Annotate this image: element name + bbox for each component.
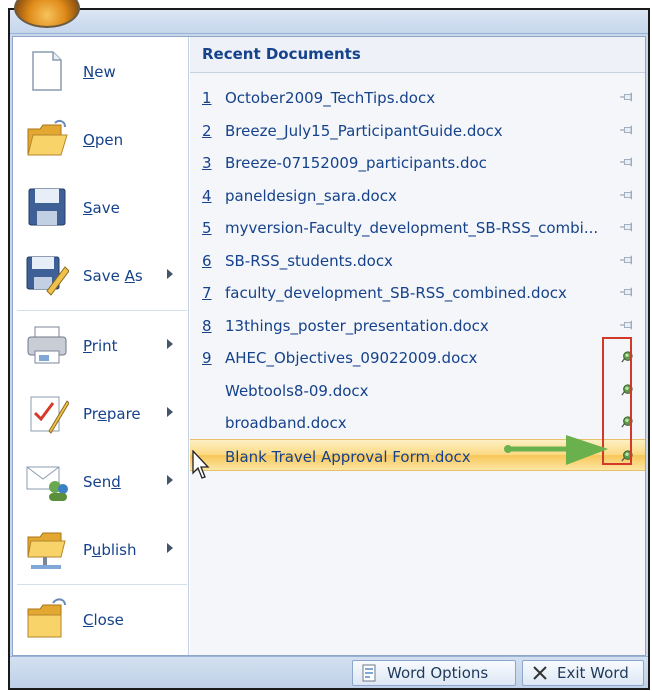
unpinned-icon[interactable] — [618, 221, 636, 233]
recent-document-name: Webtools8-09.docx — [225, 381, 369, 400]
word-options-label: Word Options — [387, 664, 489, 682]
options-icon — [362, 664, 376, 682]
recent-document-name: AHEC_Objectives_09022009.docx — [225, 349, 478, 367]
recent-document-name: 13things_poster_presentation.docx — [225, 316, 489, 335]
menu-item-publish-label: Publish — [83, 541, 137, 559]
menu-item-publish[interactable]: Publish — [13, 517, 189, 581]
recent-document-item[interactable]: 9 AHEC_Objectives_09022009.docx — [190, 341, 645, 373]
open-folder-icon — [27, 119, 68, 156]
unpinned-icon[interactable] — [618, 319, 636, 331]
menu-separator — [17, 310, 187, 311]
word-options-button[interactable]: Word Options — [352, 660, 516, 686]
menu-item-prepare-label: Prepare — [83, 405, 141, 423]
save-disk-icon — [28, 188, 66, 226]
recent-document-number: 5 — [202, 219, 212, 237]
submenu-arrow-icon — [167, 407, 173, 417]
menu-item-save-label: Save — [83, 199, 120, 217]
prepare-icon — [30, 396, 69, 434]
office-button-icon[interactable] — [14, 0, 80, 28]
recent-document-number: 6 — [202, 251, 212, 270]
menu-item-new-label: New — [83, 63, 116, 81]
recent-document-name: October2009_TechTips.docx — [225, 89, 436, 107]
submenu-arrow-icon — [167, 543, 173, 553]
printer-icon — [27, 326, 67, 364]
save-as-icon — [26, 256, 69, 296]
recent-document-number: 1 — [202, 89, 212, 107]
recent-documents-header: Recent Documents — [190, 37, 645, 73]
recent-document-name: Blank Travel Approval Form.docx — [225, 447, 471, 466]
menu-item-send-label: Send — [83, 473, 121, 491]
recent-document-item[interactable]: 3 Breeze-07152009_participants.doc — [190, 146, 645, 178]
command-list: New Open Save Save As Print Prepare Send… — [13, 37, 189, 655]
recent-document-number: 2 — [202, 121, 212, 140]
recent-document-number: 8 — [202, 316, 212, 335]
recent-document-number: 9 — [202, 349, 212, 367]
menu-separator — [17, 584, 187, 585]
menu-item-close-label: Close — [83, 611, 124, 629]
exit-word-label: Exit Word — [557, 664, 629, 682]
unpinned-icon[interactable] — [618, 156, 636, 168]
recent-document-item[interactable]: 4 paneldesign_sara.docx — [190, 179, 645, 211]
exit-word-button[interactable]: Exit Word — [522, 660, 644, 686]
menu-item-save-as-label: Save As — [83, 267, 143, 285]
recent-document-item[interactable]: 8 13things_poster_presentation.docx — [190, 309, 645, 341]
recent-document-item[interactable]: 2 Breeze_July15_ParticipantGuide.docx — [190, 114, 645, 146]
new-document-icon — [32, 51, 62, 91]
screenshot-frame: New Open Save Save As Print Prepare Send… — [0, 0, 652, 691]
menu-item-new[interactable]: New — [13, 39, 189, 103]
recent-document-item[interactable]: 1 October2009_TechTips.docx — [190, 81, 645, 113]
recent-document-name: paneldesign_sara.docx — [225, 186, 397, 205]
recent-document-number: 4 — [202, 186, 212, 205]
unpinned-icon[interactable] — [618, 254, 636, 266]
menu-item-open-label: Open — [83, 131, 124, 149]
recent-document-name: broadband.docx — [225, 414, 347, 432]
recent-document-item[interactable]: 5 myversion-Faculty_development_SB-RSS_co… — [190, 211, 645, 243]
menu-footer: Word Options Exit Word — [10, 656, 648, 688]
office-menu: New Open Save Save As Print Prepare Send… — [12, 36, 646, 656]
recent-document-number: 7 — [202, 284, 212, 302]
recent-documents-panel: Recent Documents 1 October2009_TechTips.d… — [190, 37, 645, 655]
submenu-arrow-icon — [167, 475, 173, 485]
close-folder-icon — [27, 598, 66, 638]
unpinned-icon[interactable] — [618, 189, 636, 201]
mouse-cursor-icon — [192, 450, 210, 479]
recent-document-item[interactable]: Webtools8-09.docx — [190, 374, 645, 406]
menu-item-save[interactable]: Save — [13, 175, 189, 239]
recent-document-name: SB-RSS_students.docx — [225, 251, 393, 270]
recent-document-name: Breeze-07152009_participants.doc — [225, 154, 487, 172]
recent-document-item[interactable]: 7 faculty_development_SB-RSS_combined.doc… — [190, 276, 645, 308]
recent-document-item[interactable]: 6 SB-RSS_students.docx — [190, 244, 645, 276]
submenu-arrow-icon — [167, 339, 173, 349]
menu-item-close[interactable]: Close — [13, 587, 189, 651]
unpinned-icon[interactable] — [618, 91, 636, 103]
recent-document-number: 3 — [202, 154, 212, 172]
menu-item-send[interactable]: Send — [13, 449, 189, 513]
close-icon — [533, 666, 547, 680]
recent-document-name: myversion-Faculty_development_SB-RSS_com… — [225, 219, 599, 237]
menu-item-prepare[interactable]: Prepare — [13, 381, 189, 445]
unpinned-icon[interactable] — [618, 286, 636, 298]
menu-item-open[interactable]: Open — [13, 107, 189, 171]
submenu-arrow-icon — [167, 269, 173, 279]
recent-document-name: Breeze_July15_ParticipantGuide.docx — [225, 121, 503, 140]
publish-icon — [27, 532, 66, 569]
title-bar — [10, 0, 648, 34]
menu-item-print-label: Print — [83, 337, 118, 355]
menu-item-print[interactable]: Print — [13, 313, 189, 377]
unpinned-icon[interactable] — [618, 124, 636, 136]
recent-document-name: faculty_development_SB-RSS_combined.docx — [225, 284, 567, 302]
menu-item-save-as[interactable]: Save As — [13, 243, 189, 307]
annotation-arrow-icon — [504, 435, 608, 465]
send-icon — [26, 466, 68, 501]
